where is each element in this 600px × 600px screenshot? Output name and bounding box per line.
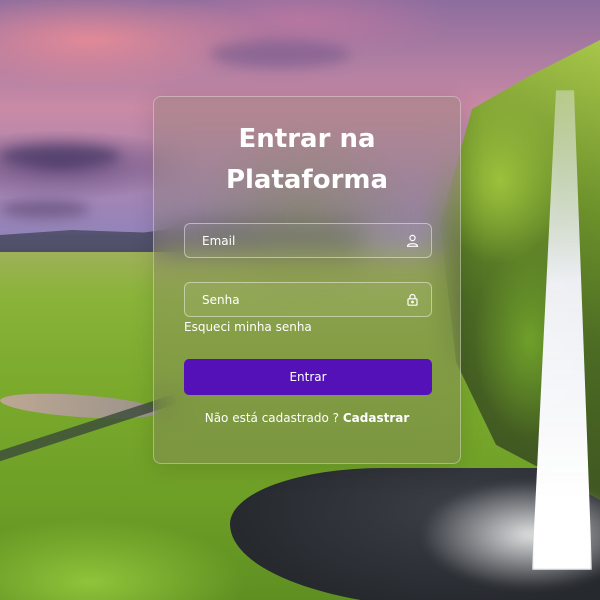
- email-input[interactable]: [200, 232, 405, 249]
- login-card: Entrar na Plataforma Esqueci minha senha…: [153, 96, 461, 464]
- signup-prompt: Não está cadastrado ? Cadastrar: [154, 411, 460, 425]
- forgot-password-link[interactable]: Esqueci minha senha: [184, 320, 312, 334]
- cloud: [0, 200, 90, 218]
- cloud: [0, 145, 120, 167]
- login-button[interactable]: Entrar: [184, 359, 432, 395]
- password-field[interactable]: [184, 282, 432, 317]
- login-title: Entrar na Plataforma: [225, 124, 389, 195]
- cloud: [210, 40, 350, 68]
- lock-icon: [405, 293, 419, 307]
- waterfall-mist: [420, 480, 600, 590]
- user-icon: [405, 234, 419, 248]
- password-input[interactable]: [200, 291, 405, 308]
- signup-link[interactable]: Cadastrar: [343, 411, 409, 425]
- email-field[interactable]: [184, 223, 432, 258]
- signup-prompt-text: Não está cadastrado ?: [204, 411, 340, 425]
